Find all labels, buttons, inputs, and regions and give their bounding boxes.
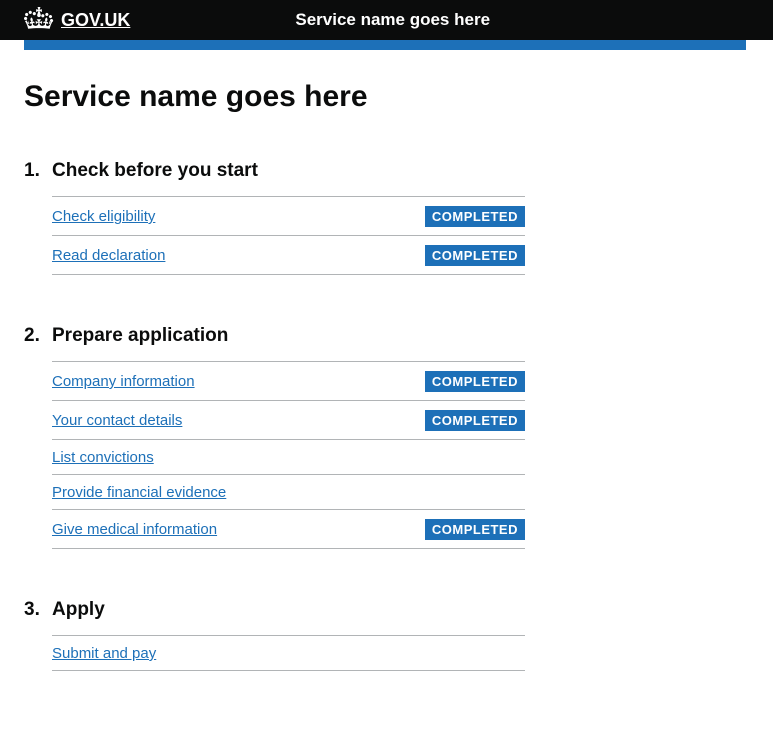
section-title: Apply <box>52 599 105 621</box>
section-heading: 1.Check before you start <box>24 160 749 182</box>
govuk-header: GOV.UK Service name goes here <box>0 0 773 40</box>
task-link[interactable]: Read declaration <box>52 247 165 264</box>
task-list: Check eligibilityCOMPLETEDRead declarati… <box>52 196 525 275</box>
task-list: Submit and pay <box>52 635 525 671</box>
section-number: 3. <box>24 599 52 621</box>
task-link[interactable]: Company information <box>52 373 195 390</box>
header-service-name: Service name goes here <box>295 10 490 30</box>
task-link[interactable]: Check eligibility <box>52 208 155 225</box>
status-tag: COMPLETED <box>425 519 525 540</box>
section-heading: 3.Apply <box>24 599 749 621</box>
crown-icon <box>24 6 54 35</box>
section-heading: 2.Prepare application <box>24 325 749 347</box>
section-title: Check before you start <box>52 160 258 182</box>
status-tag: COMPLETED <box>425 245 525 266</box>
task-section: 1.Check before you start Check eligibilit… <box>24 160 749 275</box>
task-section: 3.Apply Submit and pay <box>24 599 749 671</box>
section-number: 1. <box>24 160 52 182</box>
status-tag: COMPLETED <box>425 206 525 227</box>
govuk-logotype: GOV.UK <box>61 10 130 31</box>
section-title: Prepare application <box>52 325 228 347</box>
task-item: Read declaration COMPLETED <box>52 236 525 275</box>
task-item: Check eligibility COMPLETED <box>52 197 525 236</box>
task-item: Company information COMPLETED <box>52 362 525 401</box>
task-item: Give medical information COMPLETED <box>52 510 525 549</box>
task-link[interactable]: Your contact details <box>52 412 182 429</box>
status-tag: COMPLETED <box>425 410 525 431</box>
task-link[interactable]: Submit and pay <box>52 645 156 662</box>
task-section: 2.Prepare application Company information… <box>24 325 749 549</box>
task-link[interactable]: Provide financial evidence <box>52 484 226 501</box>
page-title: Service name goes here <box>24 80 749 114</box>
main-content: Service name goes here 1.Check before yo… <box>0 50 773 741</box>
task-item: Your contact details COMPLETED <box>52 401 525 440</box>
task-link[interactable]: Give medical information <box>52 521 217 538</box>
govuk-logo-link[interactable]: GOV.UK <box>24 6 130 35</box>
status-tag: COMPLETED <box>425 371 525 392</box>
task-item: List convictions <box>52 440 525 475</box>
task-list: Company informationCOMPLETEDYour contact… <box>52 361 525 549</box>
task-item: Provide financial evidence <box>52 475 525 510</box>
task-item: Submit and pay <box>52 636 525 671</box>
task-link[interactable]: List convictions <box>52 449 154 466</box>
section-number: 2. <box>24 325 52 347</box>
blue-bar <box>24 40 746 50</box>
